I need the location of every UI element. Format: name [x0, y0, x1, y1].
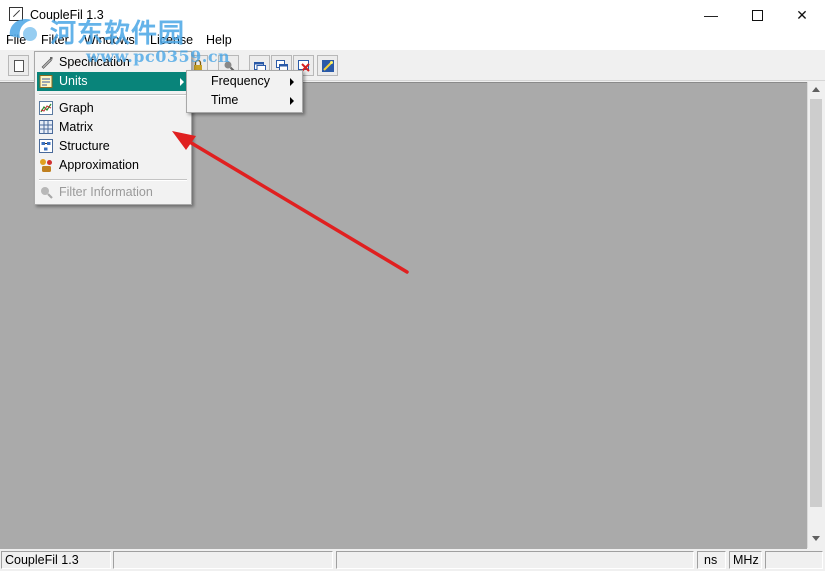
menu-item-matrix[interactable]: Matrix — [37, 118, 189, 137]
submenu-item-time[interactable]: Time — [189, 91, 300, 110]
approximation-icon — [40, 159, 52, 172]
wand-icon — [322, 60, 334, 72]
status-panel-6 — [765, 551, 823, 569]
minimize-button[interactable]: — — [688, 0, 734, 30]
menu-item-graph[interactable]: Graph — [37, 99, 189, 118]
filter-menu: Specification Units Graph Matrix Structu… — [34, 51, 192, 205]
close-button[interactable]: ✕ — [779, 0, 825, 30]
wand-button[interactable] — [317, 55, 338, 76]
units-icon — [39, 75, 53, 88]
menu-item-units[interactable]: Units — [37, 72, 189, 91]
menu-item-structure[interactable]: Structure — [37, 137, 189, 156]
submenu-arrow-icon — [290, 97, 294, 105]
submenu-arrow-icon — [290, 78, 294, 86]
structure-icon — [39, 139, 53, 153]
info-search-icon — [41, 187, 53, 199]
watermark-url: www.pc0359.cn — [86, 47, 231, 66]
menu-separator — [39, 94, 187, 96]
submenu-item-frequency[interactable]: Frequency — [189, 72, 300, 91]
app-window: CoupleFil 1.3 — ✕ File Filter Windows Li… — [0, 0, 825, 571]
status-time-unit: ns — [697, 551, 726, 569]
menu-item-approximation[interactable]: Approximation — [37, 156, 189, 175]
submenu-arrow-icon — [180, 78, 184, 86]
watermark-logo — [9, 18, 37, 41]
maximize-icon — [751, 10, 763, 21]
graph-icon — [39, 101, 53, 115]
matrix-icon — [39, 120, 53, 134]
status-freq-unit: MHz — [729, 551, 762, 569]
units-submenu: Frequency Time — [186, 70, 303, 113]
status-panel-2 — [113, 551, 333, 569]
new-icon — [14, 60, 24, 72]
vertical-scrollbar[interactable] — [807, 82, 825, 548]
new-button[interactable] — [8, 55, 29, 76]
scroll-up-icon[interactable] — [812, 87, 820, 92]
status-bar: CoupleFil 1.3 ns MHz — [0, 549, 825, 571]
scroll-thumb[interactable] — [810, 99, 822, 507]
watermark-text: 河东软件园 — [50, 19, 186, 49]
maximize-button[interactable] — [734, 0, 780, 30]
menu-item-filter-information: Filter Information — [37, 183, 189, 202]
menu-help[interactable]: Help — [206, 33, 232, 47]
scroll-down-icon[interactable] — [812, 536, 820, 541]
status-panel-3 — [336, 551, 694, 569]
status-app-name: CoupleFil 1.3 — [1, 551, 111, 569]
spec-icon — [41, 57, 53, 69]
menu-separator — [39, 179, 187, 181]
